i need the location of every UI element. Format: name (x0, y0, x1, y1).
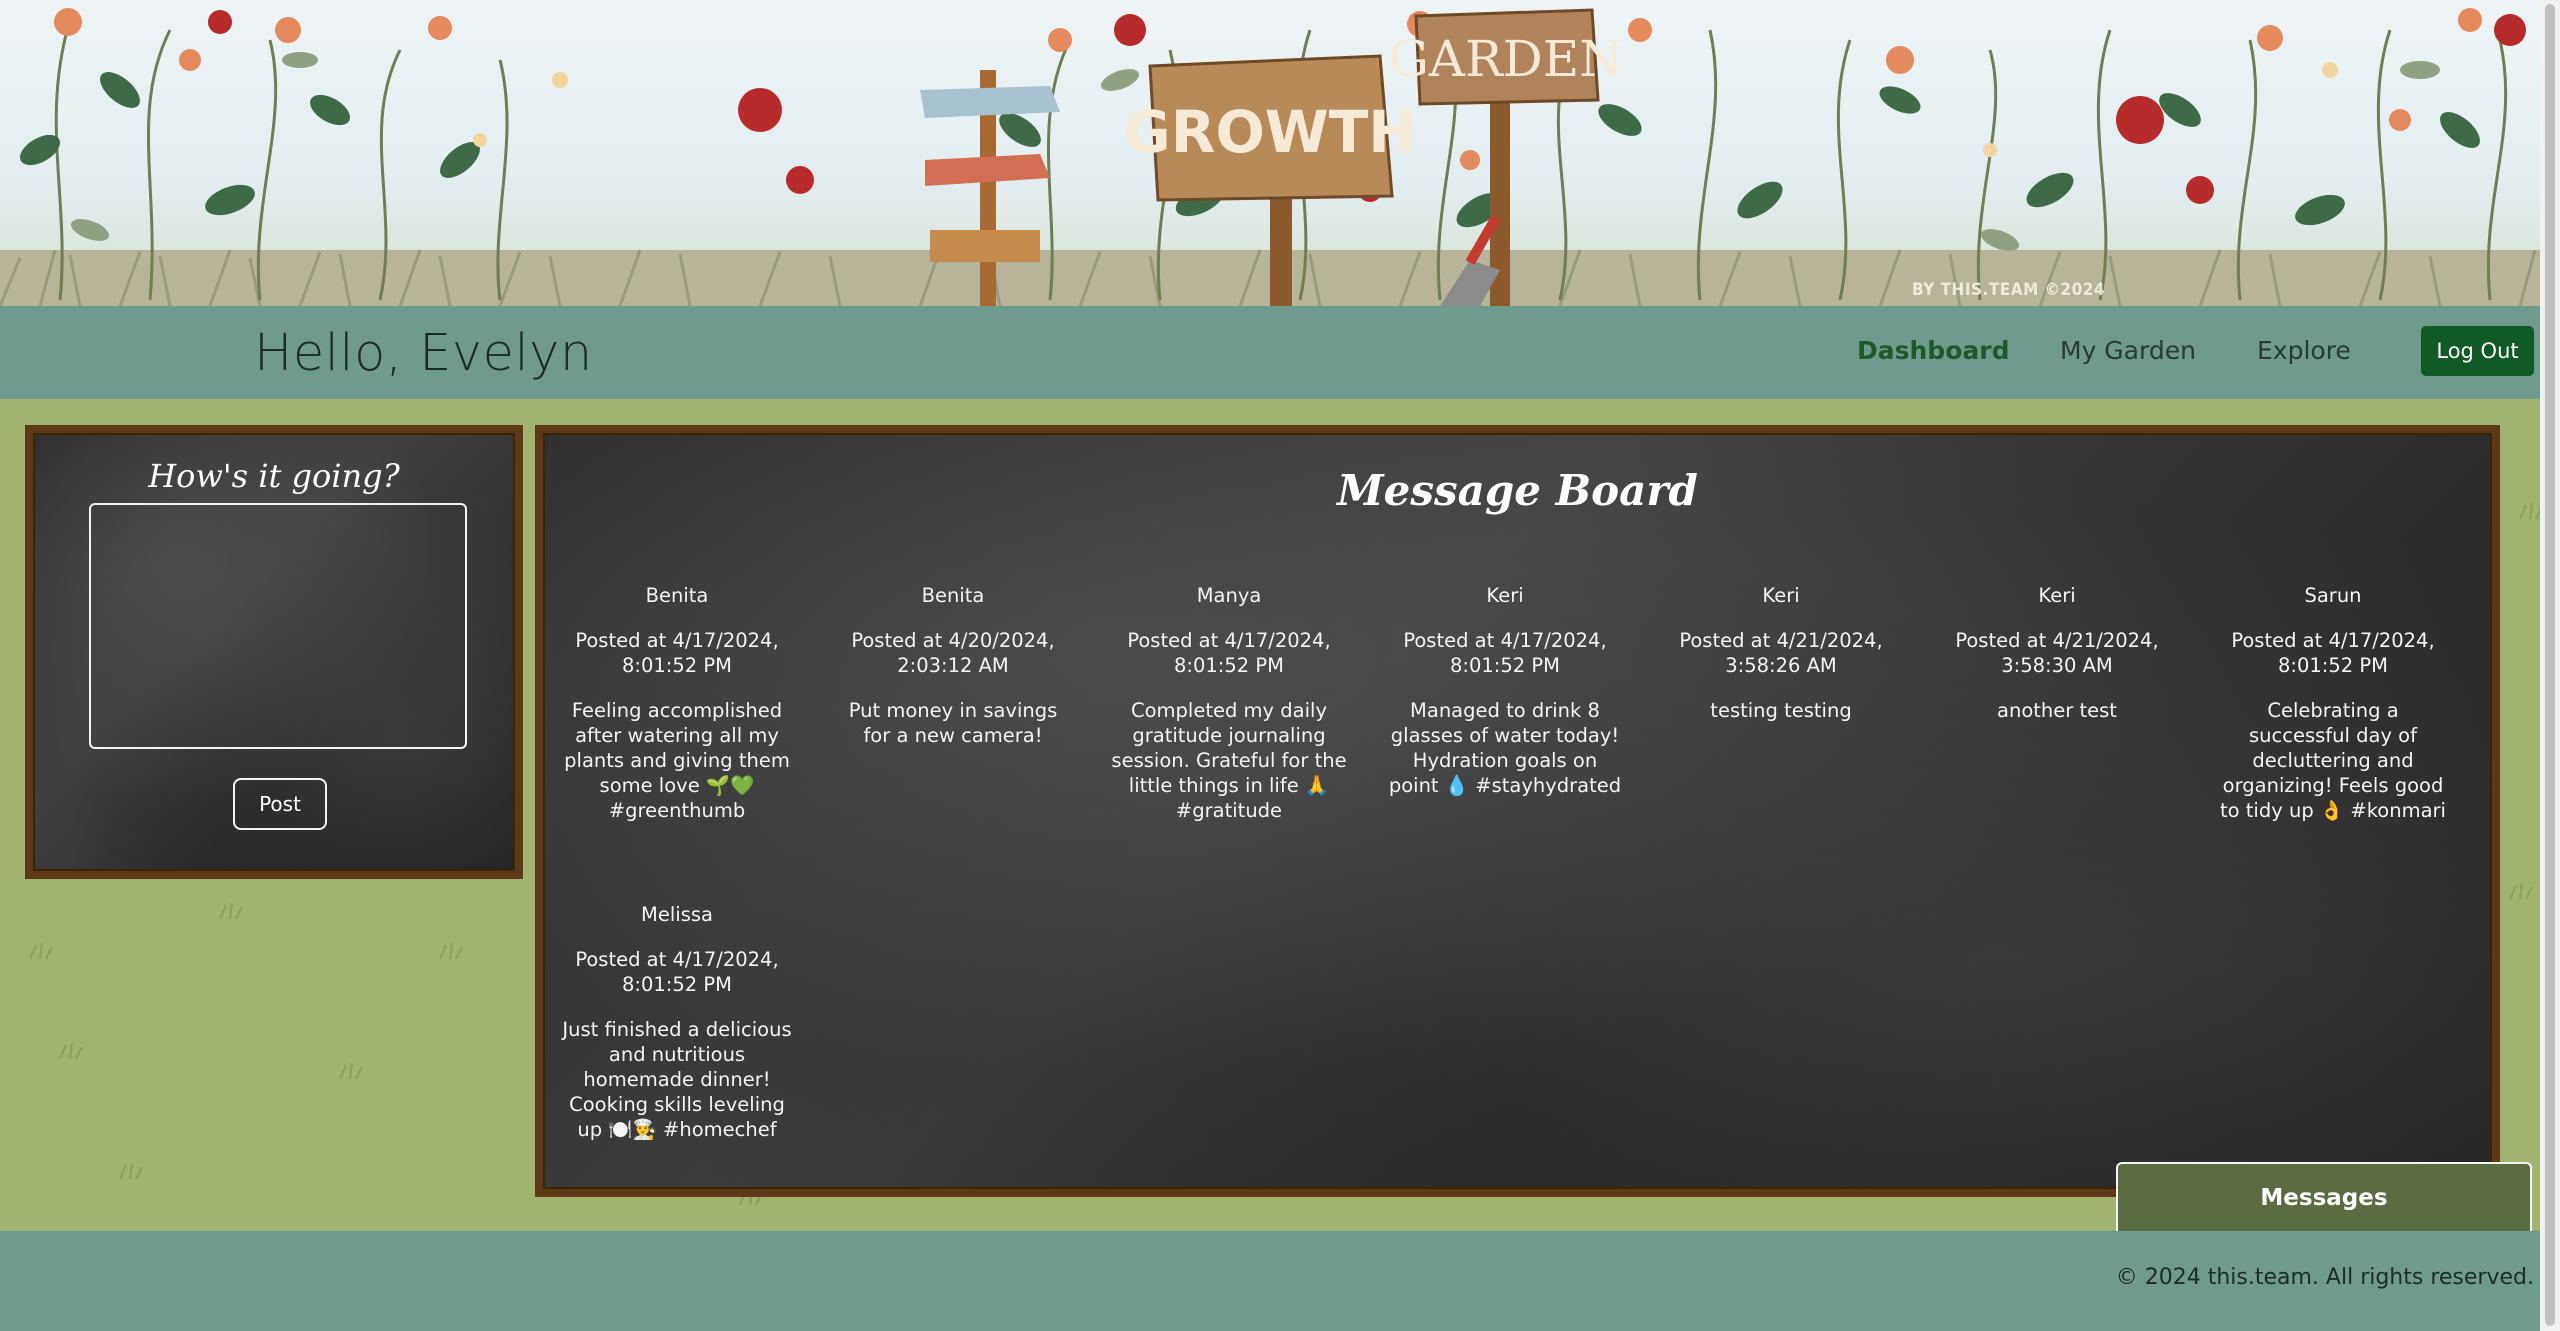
post-body: Feeling accomplished after watering all … (564, 699, 790, 822)
post-button[interactable]: Post (233, 778, 327, 830)
nav-link-my-garden[interactable]: My Garden (2060, 336, 2196, 365)
post-timestamp: Posted at 4/20/2024, 2:03:12 AM (851, 629, 1055, 677)
post-author: Manya (1196, 584, 1262, 607)
logout-button[interactable]: Log Out (2421, 326, 2534, 376)
post-card: Manya Posted at 4/17/2024, 8:01:52 PM Co… (1111, 583, 1347, 823)
post-card: Melissa Posted at 4/17/2024, 8:01:52 PM … (559, 902, 795, 1142)
compose-board: How's it going? Post (25, 425, 523, 879)
post-card: Keri Posted at 4/21/2024, 3:58:26 AM tes… (1663, 583, 1899, 723)
post-timestamp: Posted at 4/17/2024, 8:01:52 PM (575, 948, 779, 996)
footer: © 2024 this.team. All rights reserved. (0, 1231, 2540, 1331)
post-timestamp: Posted at 4/17/2024, 8:01:52 PM (1403, 629, 1607, 677)
post-body: Just finished a delicious and nutritious… (562, 1018, 792, 1141)
page-scrollbar[interactable] (2540, 0, 2560, 1331)
post-card: Benita Posted at 4/20/2024, 2:03:12 AM P… (835, 583, 1071, 748)
post-timestamp: Posted at 4/21/2024, 3:58:30 AM (1955, 629, 2159, 677)
header-banner: GROWTH GARDEN BY THIS.TEAM ©2024 (0, 0, 2540, 306)
post-timestamp: Posted at 4/17/2024, 8:01:52 PM (2231, 629, 2435, 677)
status-textarea[interactable] (89, 503, 467, 749)
scrollbar-thumb[interactable] (2545, 4, 2555, 1326)
post-card: Keri Posted at 4/17/2024, 8:01:52 PM Man… (1387, 583, 1623, 798)
message-board: Message Board Benita Posted at 4/17/2024… (535, 425, 2500, 1197)
post-timestamp: Posted at 4/17/2024, 8:01:52 PM (1127, 629, 1331, 677)
nav-link-explore[interactable]: Explore (2257, 336, 2351, 365)
message-board-title: Message Board (1337, 466, 1698, 515)
post-author: Sarun (2304, 584, 2362, 607)
post-author: Keri (2038, 584, 2076, 607)
top-nav: Hello, Evelyn Dashboard My Garden Explor… (0, 306, 2540, 399)
post-body: Managed to drink 8 glasses of water toda… (1388, 699, 1622, 797)
post-body: Completed my daily gratitude journaling … (1111, 699, 1347, 822)
post-author: Keri (1486, 584, 1524, 607)
copyright: © 2024 this.team. All rights reserved. (2115, 1265, 2534, 1290)
post-author: Benita (645, 584, 709, 607)
post-body: Put money in savings for a new camera! (848, 699, 1058, 747)
garden-illustration: GROWTH GARDEN (0, 8, 2540, 306)
banner-credit: BY THIS.TEAM ©2024 (1912, 280, 2105, 300)
post-card: Benita Posted at 4/17/2024, 8:01:52 PM F… (559, 583, 795, 823)
compose-title: How's it going? (148, 457, 400, 495)
nav-link-dashboard[interactable]: Dashboard (1857, 336, 2009, 365)
garden-sign-text: GARDEN (1389, 30, 1623, 88)
post-timestamp: Posted at 4/21/2024, 3:58:26 AM (1679, 629, 1883, 677)
post-body: Celebrating a successful day of declutte… (2220, 699, 2446, 822)
growth-sign-text: GROWTH (1123, 98, 1417, 166)
messages-tab[interactable]: Messages (2116, 1162, 2532, 1232)
post-body: another test (1997, 699, 2117, 722)
post-card: Sarun Posted at 4/17/2024, 8:01:52 PM Ce… (2215, 583, 2451, 823)
post-author: Keri (1762, 584, 1800, 607)
post-body: testing testing (1710, 699, 1852, 722)
post-author: Melissa (641, 903, 713, 926)
post-author: Benita (921, 584, 985, 607)
post-timestamp: Posted at 4/17/2024, 8:01:52 PM (575, 629, 779, 677)
post-card: Keri Posted at 4/21/2024, 3:58:30 AM ano… (1939, 583, 2175, 723)
greeting: Hello, Evelyn (254, 324, 593, 383)
